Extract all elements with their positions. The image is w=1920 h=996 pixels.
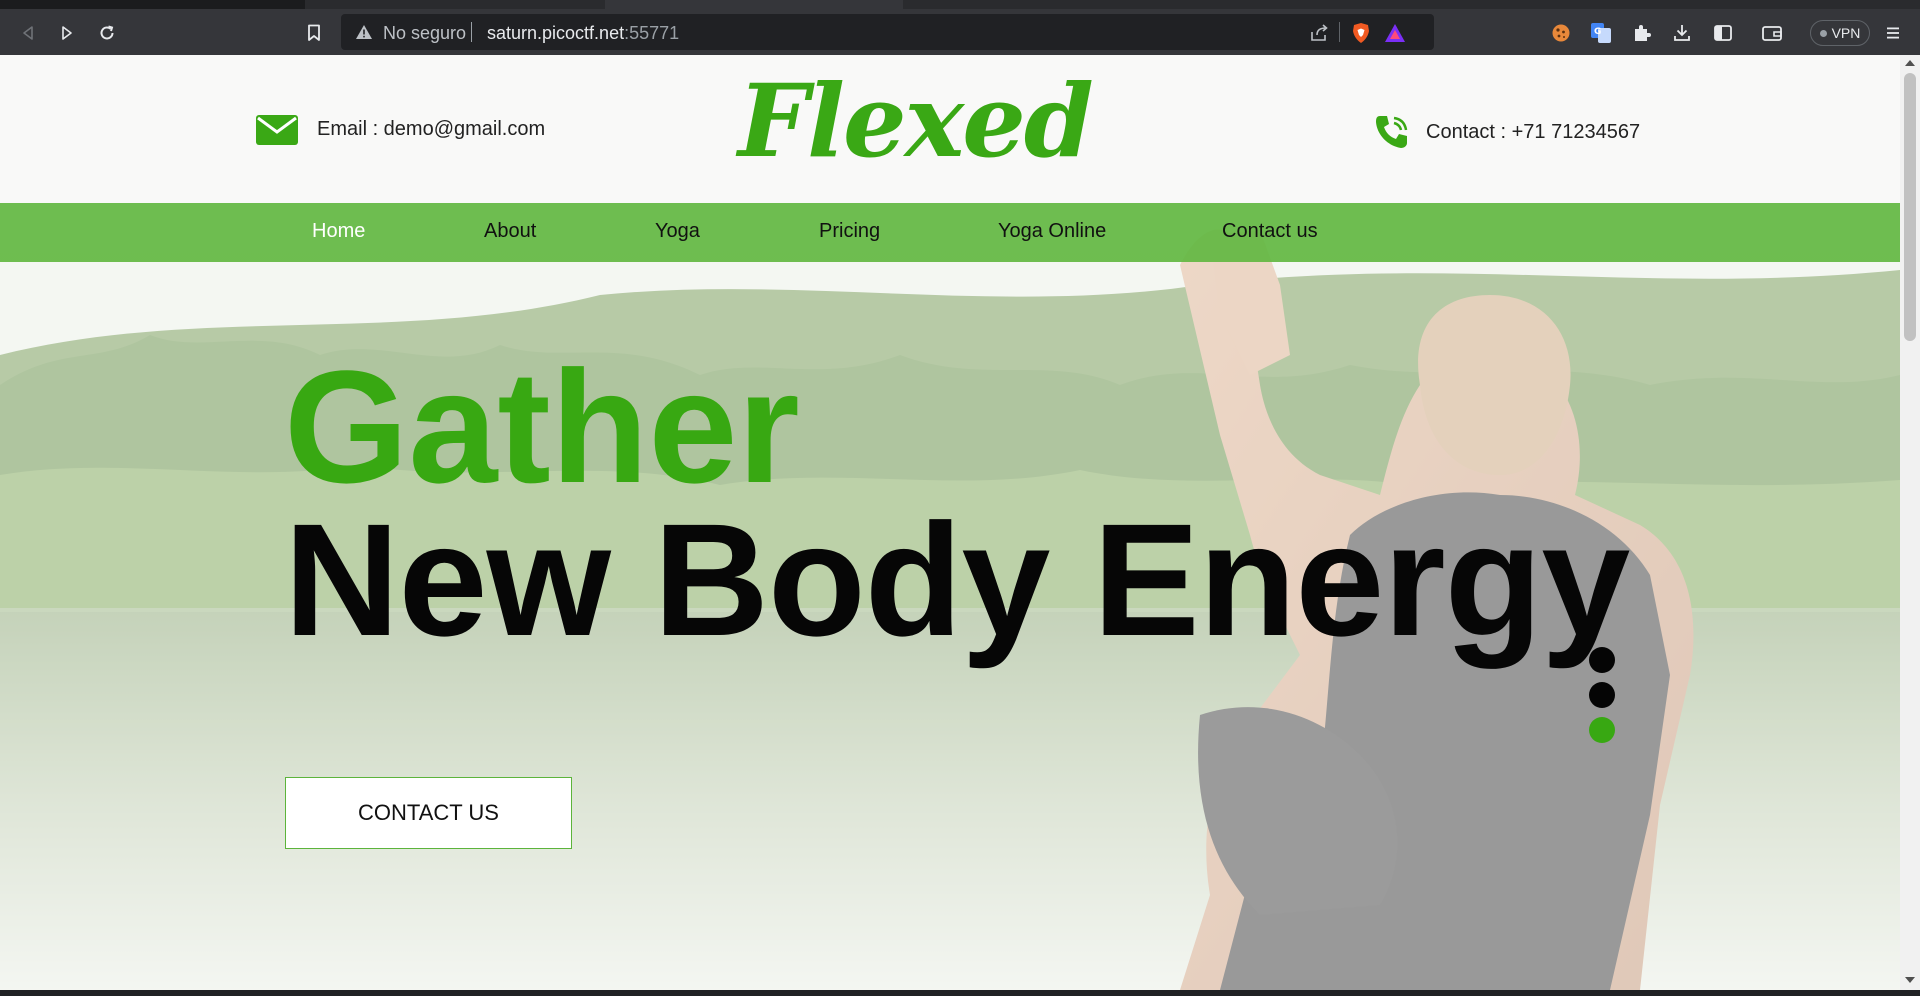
cookie-extension-icon: [1552, 24, 1570, 42]
header-email-text: Email : demo@gmail.com: [317, 117, 546, 140]
bookmark-button[interactable]: [300, 19, 328, 47]
scroll-up-arrow-icon[interactable]: [1905, 60, 1915, 66]
back-button[interactable]: [14, 19, 42, 47]
svg-text:G: G: [1594, 27, 1601, 37]
reload-button[interactable]: [93, 19, 121, 47]
vpn-button[interactable]: VPN: [1810, 20, 1870, 46]
tab-strip: [0, 0, 1920, 9]
vpn-label: VPN: [1831, 25, 1861, 41]
browser-tab[interactable]: [305, 0, 605, 9]
browser-toolbar: No seguro saturn.picoctf.net:55771 G VPN: [0, 9, 1920, 55]
slider-dot-2[interactable]: [1589, 682, 1615, 708]
slider-indicators: [1589, 647, 1615, 752]
hero-title-line1: Gather: [284, 337, 800, 516]
header-email[interactable]: Email : demo@gmail.com: [255, 112, 545, 146]
brave-shield-button[interactable]: [1349, 21, 1373, 45]
translate-extension-icon: G: [1591, 23, 1611, 43]
nav-yoga[interactable]: Yoga: [655, 220, 700, 243]
reload-icon: [100, 25, 114, 40]
nav-pricing[interactable]: Pricing: [819, 220, 880, 243]
site-logo[interactable]: Flexed: [738, 71, 1094, 171]
page-viewport: Email : demo@gmail.com Flexed Contact : …: [0, 55, 1900, 990]
site-header: Email : demo@gmail.com Flexed Contact : …: [0, 55, 1900, 203]
phone-icon: [1376, 116, 1408, 148]
browser-menu-button[interactable]: [1880, 20, 1906, 46]
page-scrollbar[interactable]: [1900, 55, 1920, 990]
url-port: :55771: [624, 23, 680, 43]
wallet-icon: [1762, 26, 1782, 41]
brave-rewards-button[interactable]: [1383, 21, 1407, 45]
menu-icon: [1887, 27, 1899, 39]
forward-icon: [62, 26, 72, 40]
nav-about[interactable]: About: [484, 220, 536, 243]
omnibox-divider: [1339, 22, 1340, 42]
url-text[interactable]: saturn.picoctf.net:55771: [487, 23, 679, 44]
forward-button[interactable]: [53, 19, 81, 47]
wallet-button[interactable]: [1759, 20, 1785, 46]
window-bottom-edge: [0, 990, 1920, 996]
address-bar[interactable]: No seguro saturn.picoctf.net:55771: [341, 14, 1434, 50]
browser-tab-active[interactable]: [605, 0, 903, 9]
envelope-icon: [256, 115, 298, 145]
header-contact-text: Contact : +71 71234567: [1426, 120, 1641, 143]
sidebar-icon: [1714, 25, 1732, 41]
translate-extension-button[interactable]: G: [1588, 20, 1614, 46]
omnibox-divider: [471, 22, 472, 42]
bookmark-icon: [308, 24, 320, 41]
url-host: saturn.picoctf.net: [487, 23, 625, 43]
downloads-icon: [1674, 25, 1690, 41]
warning-icon[interactable]: [355, 24, 373, 40]
sidebar-button[interactable]: [1710, 20, 1736, 46]
share-icon: [1311, 24, 1328, 41]
main-nav: Home About Yoga Pricing Yoga Online Cont…: [0, 203, 1900, 262]
slider-dot-3-active[interactable]: [1589, 717, 1615, 743]
extensions-button[interactable]: [1629, 20, 1655, 46]
extensions-puzzle-icon: [1635, 25, 1651, 41]
brave-shield-icon: [1353, 23, 1369, 43]
hero-title-line2: New Body Energy: [284, 490, 1630, 669]
security-status[interactable]: No seguro: [383, 23, 466, 44]
header-contact[interactable]: Contact : +71 71234567: [1372, 112, 1640, 152]
contact-us-button[interactable]: CONTACT US: [285, 777, 572, 849]
nav-contact-us[interactable]: Contact us: [1222, 220, 1318, 243]
scroll-thumb[interactable]: [1904, 73, 1916, 341]
browser-tab[interactable]: [903, 0, 1920, 9]
share-button[interactable]: [1307, 21, 1331, 45]
brave-rewards-icon: [1385, 24, 1405, 42]
cookie-extension-button[interactable]: [1548, 20, 1574, 46]
vpn-status-dot: [1819, 29, 1827, 37]
scroll-down-arrow-icon[interactable]: [1905, 977, 1915, 983]
back-icon: [23, 26, 33, 40]
nav-home[interactable]: Home: [312, 220, 365, 243]
downloads-button[interactable]: [1669, 20, 1695, 46]
slider-dot-1[interactable]: [1589, 647, 1615, 673]
nav-yoga-online[interactable]: Yoga Online: [998, 220, 1106, 243]
